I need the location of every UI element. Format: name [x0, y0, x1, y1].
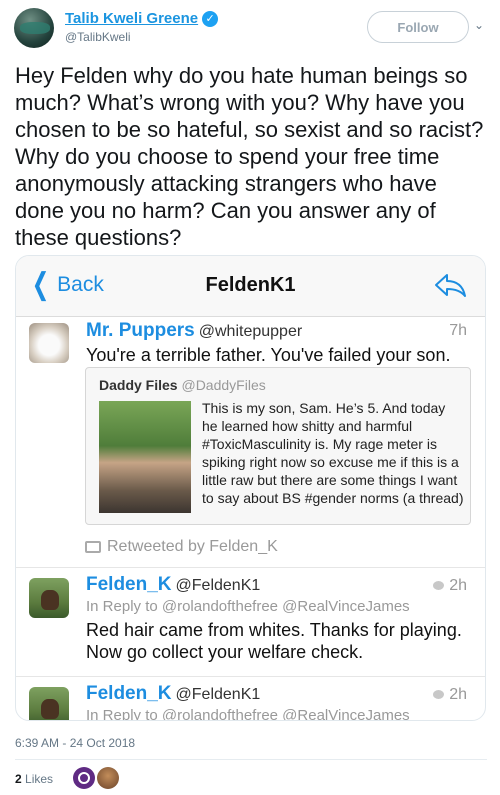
- author-display-name[interactable]: Talib Kweli Greene: [65, 10, 198, 27]
- in-reply-to-line: In Reply to @rolandofthefree @RealVinceJ…: [86, 598, 410, 615]
- likes-number: 2: [15, 772, 22, 786]
- retweet-icon: [85, 541, 101, 553]
- avatar: [29, 323, 69, 363]
- tweet-body: Red hair came from whites. Thanks for pl…: [86, 620, 462, 662]
- tweet-text: Hey Felden why do you hate human beings …: [15, 63, 484, 250]
- liker-avatar[interactable]: [73, 767, 95, 789]
- tweet-timestamp[interactable]: 6:39 AM - 24 Oct 2018: [15, 736, 135, 750]
- tweet-user-name: Mr. Puppers: [86, 320, 195, 341]
- tweet-body: You're a terrible father. You've failed …: [86, 345, 451, 365]
- follow-button[interactable]: Follow: [367, 11, 469, 43]
- screenshot-nav-bar: ❮ Back FeldenK1: [16, 256, 485, 317]
- tweet-user-handle: @whitepupper: [198, 323, 303, 340]
- retweeted-by-text: Retweeted by Felden_K: [107, 538, 278, 555]
- tweet-user-line: Felden_K @FeldenK1: [86, 683, 260, 705]
- tweet-time: 2h: [433, 686, 467, 704]
- comment-bubble-icon: [433, 690, 445, 699]
- tweet-user-line: Felden_K @FeldenK1: [86, 574, 260, 596]
- quoted-tweet-header: Daddy Files @DaddyFiles: [99, 377, 266, 393]
- tweet-user-line: Mr. Puppers @whitepupper: [86, 320, 302, 342]
- author-handle[interactable]: @TalibKweli: [65, 30, 131, 44]
- divider: [15, 759, 487, 760]
- quoted-photo: [99, 401, 191, 513]
- author-name-row: Talib Kweli Greene ✓: [65, 10, 219, 27]
- verified-badge-icon: ✓: [202, 10, 219, 27]
- avatar: [29, 578, 69, 618]
- reply-arrow-icon: [435, 274, 466, 297]
- likes-count[interactable]: 2 Likes: [15, 772, 53, 786]
- tweet-time: 2h: [433, 577, 467, 595]
- author-avatar[interactable]: [14, 8, 54, 48]
- comment-bubble-icon: [433, 581, 445, 590]
- screenshot-tweet-item: Mr. Puppers @whitepupper 7h You're a ter…: [16, 317, 485, 567]
- tweet-user-handle: @FeldenK1: [175, 577, 261, 594]
- tweet-time: 7h: [449, 322, 467, 339]
- tweet-user-name: Felden_K: [86, 574, 172, 595]
- retweeted-by-line: Retweeted by Felden_K: [85, 538, 278, 556]
- tweet-header: Talib Kweli Greene ✓ @TalibKweli Follow …: [14, 6, 486, 50]
- quoted-user-handle: @DaddyFiles: [181, 377, 266, 393]
- embedded-screenshot-image[interactable]: ❮ Back FeldenK1 Mr. Puppers @whitepupper…: [15, 255, 486, 721]
- quoted-tweet-text: This is my son, Sam. He’s 5. And today h…: [202, 400, 464, 506]
- tweet-user-handle: @FeldenK1: [175, 686, 261, 703]
- quoted-tweet: Daddy Files @DaddyFiles This is my son, …: [85, 367, 471, 525]
- screenshot-nav-title: FeldenK1: [205, 274, 296, 296]
- avatar: [29, 687, 69, 720]
- tweet-user-name: Felden_K: [86, 683, 172, 704]
- chevron-down-icon[interactable]: ⌄: [474, 18, 484, 32]
- in-reply-to-line: In Reply to @rolandofthefree @RealVinceJ…: [86, 707, 410, 721]
- liker-avatar[interactable]: [97, 767, 119, 789]
- screenshot-tweet-item: Felden_K @FeldenK1 2h In Reply to @rolan…: [16, 677, 485, 721]
- quoted-user-name: Daddy Files: [99, 377, 178, 393]
- screenshot-tweet-item: Felden_K @FeldenK1 2h In Reply to @rolan…: [16, 568, 485, 676]
- likes-label: Likes: [25, 772, 54, 786]
